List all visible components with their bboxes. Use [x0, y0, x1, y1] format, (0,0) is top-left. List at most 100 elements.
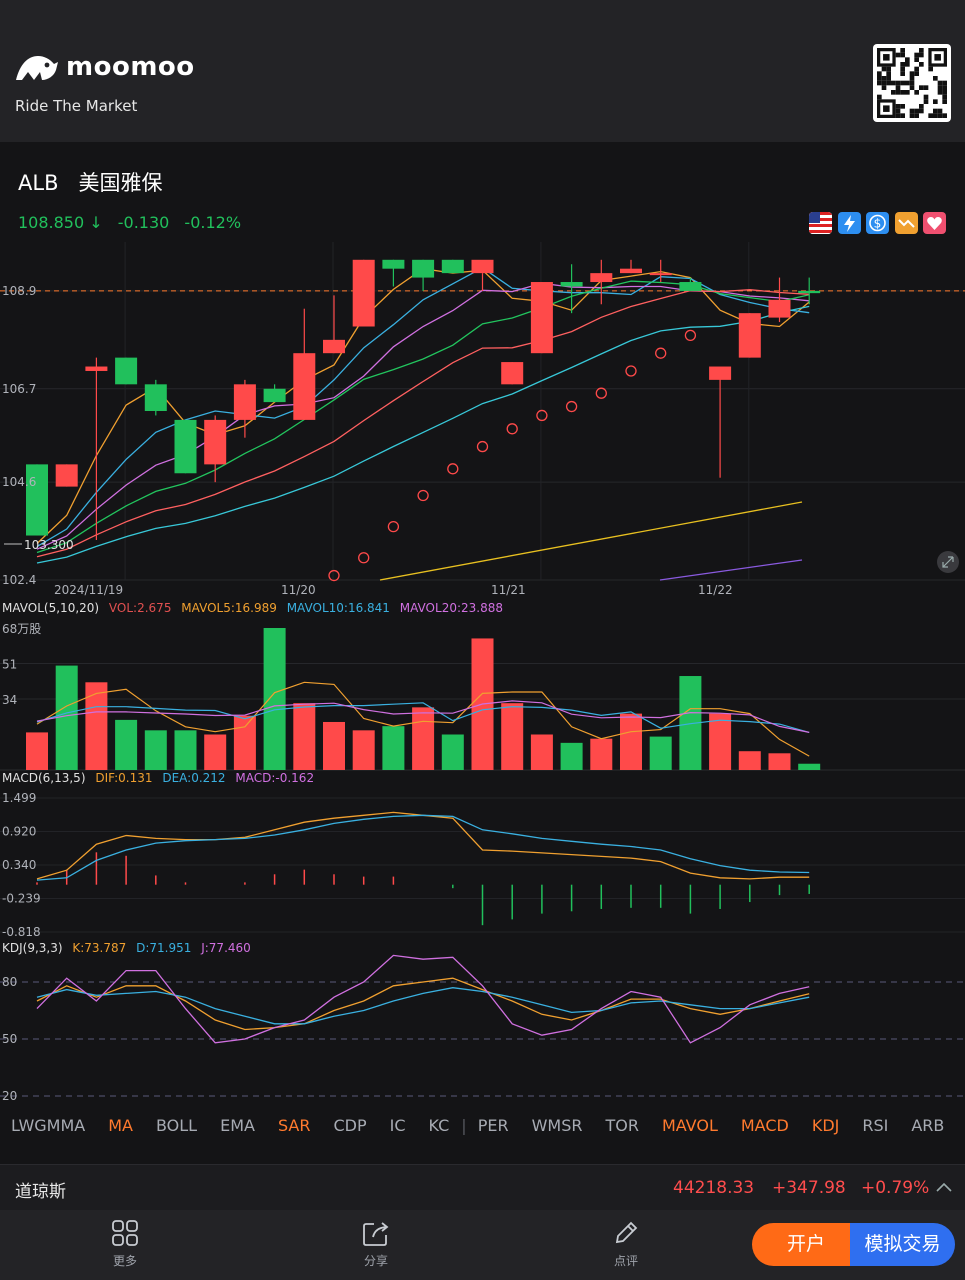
- j-value: J:77.460: [201, 941, 251, 955]
- chevron-up-icon[interactable]: [935, 1180, 953, 1194]
- grid-icon: [112, 1220, 138, 1246]
- tab-boll[interactable]: BOLL: [156, 1116, 197, 1135]
- date-axis-label: 11/21: [491, 583, 526, 597]
- sar-dot: [625, 365, 637, 377]
- us-flag-icon[interactable]: [809, 212, 832, 234]
- date-axis-label: 11/22: [698, 583, 733, 597]
- tab-wmsr[interactable]: WMSR: [532, 1116, 583, 1135]
- qr-code: [873, 44, 951, 122]
- sar-dot: [536, 409, 548, 422]
- tab-kdj[interactable]: KDJ: [812, 1116, 840, 1135]
- heart-badge-icon[interactable]: [923, 212, 946, 234]
- volume-bar: [501, 703, 524, 770]
- share-button[interactable]: 分享: [341, 1218, 411, 1269]
- svg-text:$: $: [874, 217, 882, 231]
- volume-bar: [26, 732, 48, 770]
- candle: [352, 259, 375, 327]
- index-value: 44218.33: [673, 1178, 755, 1198]
- candle: [115, 357, 138, 385]
- trend-badge-icon[interactable]: [895, 212, 918, 234]
- dea-value: DEA:0.212: [162, 771, 226, 785]
- paper-trade-button[interactable]: 模拟交易: [850, 1223, 955, 1266]
- j-line: [36, 954, 810, 1044]
- candle-body: [293, 353, 316, 420]
- sar-dot: [328, 569, 340, 582]
- candle-body: [679, 282, 702, 291]
- volume-bar: [441, 734, 464, 770]
- stock-change-pct: -0.12%: [184, 213, 242, 232]
- volume-bar: [768, 753, 791, 770]
- sar-dot: [506, 423, 518, 435]
- more-button[interactable]: 更多: [90, 1218, 160, 1269]
- tab-per[interactable]: PER: [478, 1116, 509, 1135]
- share-icon: [363, 1222, 389, 1246]
- tagline: Ride The Market: [15, 97, 138, 115]
- volume-bar: [382, 726, 405, 770]
- macd-axis-label: 0.340: [2, 858, 36, 872]
- volume-bar: [590, 738, 613, 770]
- price-axis-label: 102.4: [2, 573, 36, 587]
- candle-body: [382, 259, 405, 269]
- tab-lwgmma[interactable]: LWGMMA: [11, 1116, 85, 1135]
- tab-ic[interactable]: IC: [390, 1116, 406, 1135]
- sar-dot: [595, 387, 607, 399]
- tab-ma[interactable]: MA: [108, 1116, 133, 1135]
- kline-chart[interactable]: 108.9 106.7 104.6 102.4 103.300 2024/11/19 11/…: [0, 240, 965, 1140]
- candle: [501, 362, 524, 385]
- tab-mavol[interactable]: MAVOL: [662, 1116, 718, 1135]
- indicator-tabs: LWGMMA MA BOLL EMA SAR CDP IC KC | PER WMSR TOR MAVO…: [0, 1116, 965, 1146]
- mavol5-value: MAVOL5:16.989: [181, 601, 277, 615]
- volume-bar: [115, 719, 138, 770]
- candle: [560, 264, 583, 314]
- fullscreen-icon[interactable]: [937, 551, 959, 573]
- dollar-badge-icon[interactable]: $: [866, 212, 889, 234]
- candle-body: [352, 259, 375, 327]
- candle-body: [323, 339, 345, 354]
- macd-axis-label: 0.920: [2, 824, 36, 838]
- kdj-axis-label: 20: [2, 1089, 17, 1103]
- dif-value: DIF:0.131: [95, 771, 153, 785]
- volume-bar: [709, 713, 732, 770]
- sar-dot: [387, 520, 400, 533]
- candle: [738, 313, 761, 358]
- stock-title: ALB 美国雅保: [18, 167, 163, 197]
- sar-dot: [358, 552, 370, 564]
- tab-arb[interactable]: ARB: [911, 1116, 944, 1135]
- vol-axis-label: 51: [2, 658, 17, 672]
- sar-dot: [417, 489, 429, 502]
- tab-macd[interactable]: MACD: [741, 1116, 789, 1135]
- stock-quote: 108.850 ↓ -0.130 -0.12%: [18, 213, 251, 232]
- tab-sar[interactable]: SAR: [278, 1116, 311, 1135]
- candle: [204, 415, 227, 483]
- candle-body: [55, 464, 78, 487]
- candle-body: [263, 388, 286, 403]
- volume-bar: [174, 730, 197, 770]
- candle: [293, 308, 316, 420]
- volume-bar: [620, 713, 642, 770]
- open-account-button[interactable]: 开户: [752, 1223, 860, 1266]
- comment-button[interactable]: 点评: [591, 1218, 661, 1269]
- app-header: moomoo Ride The Market: [0, 0, 965, 142]
- moomoo-logo-icon: [16, 56, 58, 80]
- candle: [768, 277, 791, 323]
- mavol-title: MAVOL(5,10,20) VOL:2.675 MAVOL5:16.989 M…: [2, 601, 509, 615]
- volume-bar: [233, 715, 256, 770]
- candle-body: [709, 366, 732, 380]
- tab-kc[interactable]: KC: [429, 1116, 450, 1135]
- tab-ema[interactable]: EMA: [220, 1116, 255, 1135]
- tab-cdp[interactable]: CDP: [333, 1116, 366, 1135]
- stock-price: 108.850 ↓: [18, 213, 103, 232]
- candle-body: [412, 259, 435, 278]
- lightning-badge-icon[interactable]: [838, 212, 861, 234]
- tab-rsi[interactable]: RSI: [862, 1116, 888, 1135]
- stock-ticker: ALB: [18, 171, 59, 195]
- comment-label: 点评: [613, 1254, 638, 1268]
- macd-value: MACD:-0.162: [235, 771, 315, 785]
- sar-dot: [565, 400, 578, 413]
- candle: [382, 259, 405, 287]
- index-ticker-bar[interactable]: 道琼斯 44218.33 +347.98 +0.79%: [0, 1164, 965, 1211]
- vol-value: VOL:2.675: [108, 601, 172, 615]
- tab-tor[interactable]: TOR: [605, 1116, 638, 1135]
- index-change: +347.98: [772, 1178, 846, 1198]
- volume-bar: [85, 682, 108, 770]
